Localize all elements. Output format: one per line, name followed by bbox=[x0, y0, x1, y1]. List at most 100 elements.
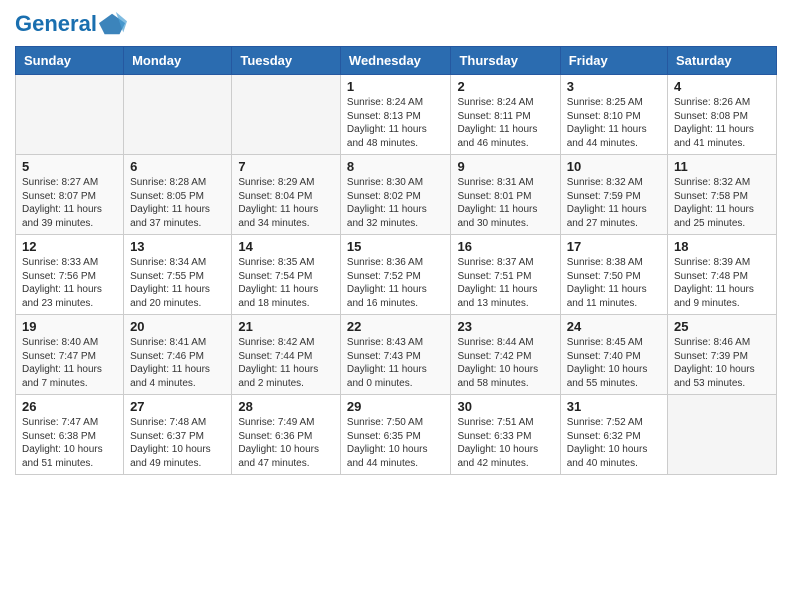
day-number: 8 bbox=[347, 159, 445, 174]
cell-text: Sunrise: 8:45 AM Sunset: 7:40 PM Dayligh… bbox=[567, 336, 661, 390]
day-number: 18 bbox=[674, 239, 770, 254]
day-number: 24 bbox=[567, 319, 661, 334]
calendar-cell: 7Sunrise: 8:29 AM Sunset: 8:04 PM Daylig… bbox=[232, 155, 341, 235]
cell-text: Sunrise: 8:30 AM Sunset: 8:02 PM Dayligh… bbox=[347, 176, 445, 230]
calendar-cell bbox=[232, 75, 341, 155]
day-number: 20 bbox=[130, 319, 225, 334]
calendar-cell bbox=[16, 75, 124, 155]
calendar-cell bbox=[124, 75, 232, 155]
cell-text: Sunrise: 8:26 AM Sunset: 8:08 PM Dayligh… bbox=[674, 96, 770, 150]
cell-text: Sunrise: 7:48 AM Sunset: 6:37 PM Dayligh… bbox=[130, 416, 225, 470]
calendar-cell: 22 Sunrise: 8:43 AM Sunset: 7:43 PM Dayli… bbox=[340, 315, 451, 395]
logo-text: General bbox=[15, 12, 97, 36]
cell-text: Sunrise: 7:49 AM Sunset: 6:36 PM Dayligh… bbox=[238, 416, 334, 470]
calendar-cell: 4 Sunrise: 8:26 AM Sunset: 8:08 PM Daylig… bbox=[668, 75, 777, 155]
calendar-cell: 29 Sunrise: 7:50 AM Sunset: 6:35 PM Dayli… bbox=[340, 395, 451, 475]
calendar-cell: 11 Sunrise: 8:32 AM Sunset: 7:58 PM Dayli… bbox=[668, 155, 777, 235]
cell-text: Sunrise: 8:33 AM Sunset: 7:56 PM Dayligh… bbox=[22, 256, 117, 310]
cell-text: Sunrise: 8:40 AM Sunset: 7:47 PM Dayligh… bbox=[22, 336, 117, 390]
cell-text: Sunrise: 8:39 AM Sunset: 7:48 PM Dayligh… bbox=[674, 256, 770, 310]
calendar-week-row: 12Sunrise: 8:33 AM Sunset: 7:56 PM Dayli… bbox=[16, 235, 777, 315]
calendar-cell: 12Sunrise: 8:33 AM Sunset: 7:56 PM Dayli… bbox=[16, 235, 124, 315]
calendar-week-row: 19 Sunrise: 8:40 AM Sunset: 7:47 PM Dayli… bbox=[16, 315, 777, 395]
calendar-cell: 17 Sunrise: 8:38 AM Sunset: 7:50 PM Dayli… bbox=[560, 235, 667, 315]
cell-text: Sunrise: 7:50 AM Sunset: 6:35 PM Dayligh… bbox=[347, 416, 445, 470]
day-number: 4 bbox=[674, 79, 770, 94]
cell-text: Sunrise: 8:31 AM Sunset: 8:01 PM Dayligh… bbox=[457, 176, 553, 230]
calendar-cell bbox=[668, 395, 777, 475]
day-number: 21 bbox=[238, 319, 334, 334]
calendar-cell: 19 Sunrise: 8:40 AM Sunset: 7:47 PM Dayli… bbox=[16, 315, 124, 395]
day-number: 19 bbox=[22, 319, 117, 334]
col-thursday: Thursday bbox=[451, 47, 560, 75]
col-wednesday: Wednesday bbox=[340, 47, 451, 75]
calendar-cell: 14 Sunrise: 8:35 AM Sunset: 7:54 PM Dayli… bbox=[232, 235, 341, 315]
cell-text: Sunrise: 8:25 AM Sunset: 8:10 PM Dayligh… bbox=[567, 96, 661, 150]
cell-text: Sunrise: 8:28 AM Sunset: 8:05 PM Dayligh… bbox=[130, 176, 225, 230]
calendar-cell: 8 Sunrise: 8:30 AM Sunset: 8:02 PM Daylig… bbox=[340, 155, 451, 235]
day-number: 29 bbox=[347, 399, 445, 414]
cell-text: Sunrise: 8:43 AM Sunset: 7:43 PM Dayligh… bbox=[347, 336, 445, 390]
calendar-cell: 10 Sunrise: 8:32 AM Sunset: 7:59 PM Dayli… bbox=[560, 155, 667, 235]
cell-text: Sunrise: 8:46 AM Sunset: 7:39 PM Dayligh… bbox=[674, 336, 770, 390]
calendar-cell: 31Sunrise: 7:52 AM Sunset: 6:32 PM Dayli… bbox=[560, 395, 667, 475]
day-number: 15 bbox=[347, 239, 445, 254]
day-number: 30 bbox=[457, 399, 553, 414]
calendar-cell: 13Sunrise: 8:34 AM Sunset: 7:55 PM Dayli… bbox=[124, 235, 232, 315]
header: General bbox=[15, 10, 777, 38]
cell-text: Sunrise: 8:41 AM Sunset: 7:46 PM Dayligh… bbox=[130, 336, 225, 390]
page-container: General Sunday Monday Tuesday Wednes bbox=[0, 0, 792, 485]
calendar-cell: 20 Sunrise: 8:41 AM Sunset: 7:46 PM Dayli… bbox=[124, 315, 232, 395]
calendar-week-row: 1 Sunrise: 8:24 AM Sunset: 8:13 PM Daylig… bbox=[16, 75, 777, 155]
day-number: 6 bbox=[130, 159, 225, 174]
calendar-cell: 6 Sunrise: 8:28 AM Sunset: 8:05 PM Daylig… bbox=[124, 155, 232, 235]
cell-text: Sunrise: 8:36 AM Sunset: 7:52 PM Dayligh… bbox=[347, 256, 445, 310]
calendar-table: Sunday Monday Tuesday Wednesday Thursday… bbox=[15, 46, 777, 475]
calendar-cell: 28 Sunrise: 7:49 AM Sunset: 6:36 PM Dayli… bbox=[232, 395, 341, 475]
cell-text: Sunrise: 8:24 AM Sunset: 8:13 PM Dayligh… bbox=[347, 96, 445, 150]
day-number: 3 bbox=[567, 79, 661, 94]
calendar-cell: 24 Sunrise: 8:45 AM Sunset: 7:40 PM Dayli… bbox=[560, 315, 667, 395]
col-monday: Monday bbox=[124, 47, 232, 75]
cell-text: Sunrise: 8:38 AM Sunset: 7:50 PM Dayligh… bbox=[567, 256, 661, 310]
calendar-cell: 18 Sunrise: 8:39 AM Sunset: 7:48 PM Dayli… bbox=[668, 235, 777, 315]
cell-text: Sunrise: 8:29 AM Sunset: 8:04 PM Dayligh… bbox=[238, 176, 334, 230]
day-number: 9 bbox=[457, 159, 553, 174]
cell-text: Sunrise: 8:44 AM Sunset: 7:42 PM Dayligh… bbox=[457, 336, 553, 390]
day-number: 22 bbox=[347, 319, 445, 334]
day-number: 11 bbox=[674, 159, 770, 174]
calendar-cell: 21 Sunrise: 8:42 AM Sunset: 7:44 PM Dayli… bbox=[232, 315, 341, 395]
col-saturday: Saturday bbox=[668, 47, 777, 75]
calendar-cell: 9 Sunrise: 8:31 AM Sunset: 8:01 PM Daylig… bbox=[451, 155, 560, 235]
cell-text: Sunrise: 8:32 AM Sunset: 7:59 PM Dayligh… bbox=[567, 176, 661, 230]
calendar-cell: 30Sunrise: 7:51 AM Sunset: 6:33 PM Dayli… bbox=[451, 395, 560, 475]
logo-icon bbox=[99, 10, 127, 38]
day-number: 1 bbox=[347, 79, 445, 94]
calendar-cell: 26Sunrise: 7:47 AM Sunset: 6:38 PM Dayli… bbox=[16, 395, 124, 475]
calendar-cell: 23 Sunrise: 8:44 AM Sunset: 7:42 PM Dayli… bbox=[451, 315, 560, 395]
day-number: 13 bbox=[130, 239, 225, 254]
day-number: 14 bbox=[238, 239, 334, 254]
cell-text: Sunrise: 7:47 AM Sunset: 6:38 PM Dayligh… bbox=[22, 416, 117, 470]
cell-text: Sunrise: 8:27 AM Sunset: 8:07 PM Dayligh… bbox=[22, 176, 117, 230]
day-number: 10 bbox=[567, 159, 661, 174]
calendar-cell: 5Sunrise: 8:27 AM Sunset: 8:07 PM Daylig… bbox=[16, 155, 124, 235]
cell-text: Sunrise: 8:35 AM Sunset: 7:54 PM Dayligh… bbox=[238, 256, 334, 310]
calendar-week-row: 26Sunrise: 7:47 AM Sunset: 6:38 PM Dayli… bbox=[16, 395, 777, 475]
cell-text: Sunrise: 8:32 AM Sunset: 7:58 PM Dayligh… bbox=[674, 176, 770, 230]
calendar-cell: 1 Sunrise: 8:24 AM Sunset: 8:13 PM Daylig… bbox=[340, 75, 451, 155]
col-friday: Friday bbox=[560, 47, 667, 75]
calendar-cell: 3 Sunrise: 8:25 AM Sunset: 8:10 PM Daylig… bbox=[560, 75, 667, 155]
calendar-cell: 2 Sunrise: 8:24 AM Sunset: 8:11 PM Daylig… bbox=[451, 75, 560, 155]
calendar-header-row: Sunday Monday Tuesday Wednesday Thursday… bbox=[16, 47, 777, 75]
calendar-cell: 27Sunrise: 7:48 AM Sunset: 6:37 PM Dayli… bbox=[124, 395, 232, 475]
day-number: 2 bbox=[457, 79, 553, 94]
cell-text: Sunrise: 8:42 AM Sunset: 7:44 PM Dayligh… bbox=[238, 336, 334, 390]
calendar-week-row: 5Sunrise: 8:27 AM Sunset: 8:07 PM Daylig… bbox=[16, 155, 777, 235]
logo: General bbox=[15, 10, 127, 38]
cell-text: Sunrise: 8:24 AM Sunset: 8:11 PM Dayligh… bbox=[457, 96, 553, 150]
col-tuesday: Tuesday bbox=[232, 47, 341, 75]
day-number: 23 bbox=[457, 319, 553, 334]
day-number: 17 bbox=[567, 239, 661, 254]
day-number: 28 bbox=[238, 399, 334, 414]
